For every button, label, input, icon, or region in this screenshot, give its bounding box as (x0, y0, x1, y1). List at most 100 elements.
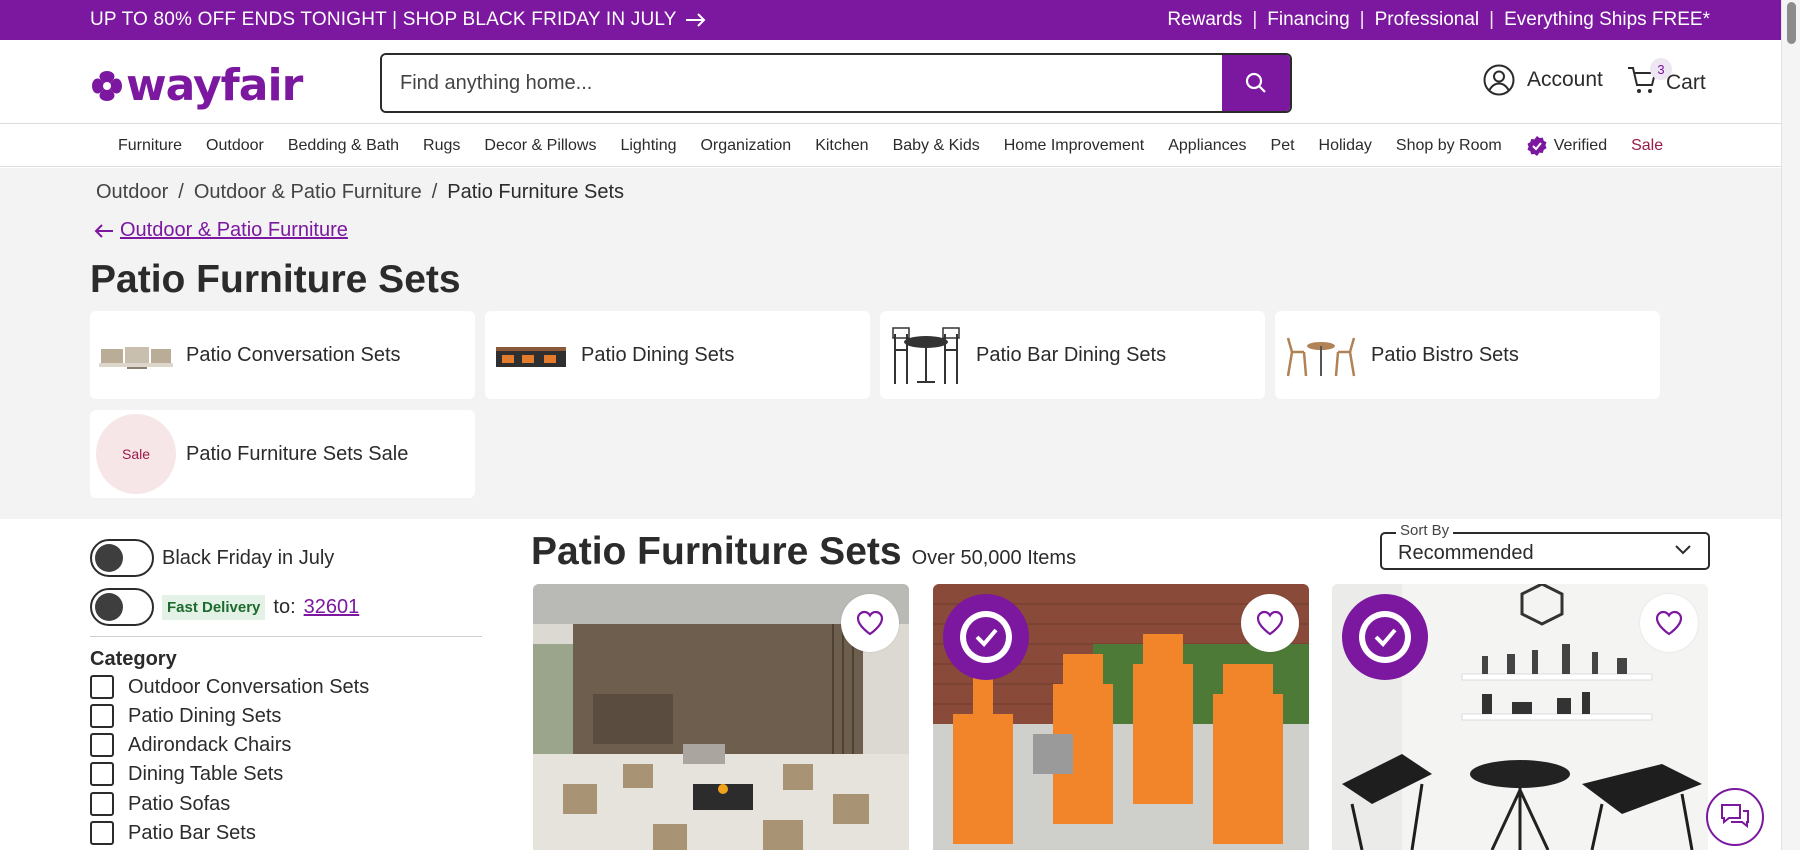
page-title: Patio Furniture Sets (90, 258, 461, 301)
checkbox[interactable] (90, 675, 114, 699)
category-tile-dining-sets[interactable]: Patio Dining Sets (485, 311, 870, 399)
category-tile-sale[interactable]: Sale Patio Furniture Sets Sale (90, 410, 475, 498)
category-filter-heading: Category (90, 648, 177, 670)
search-bar (380, 53, 1292, 113)
financing-link[interactable]: Financing (1267, 9, 1349, 31)
favorite-button[interactable] (1241, 594, 1299, 652)
verified-check-icon (960, 611, 1012, 663)
nav-item-baby-kids[interactable]: Baby & Kids (893, 137, 980, 155)
chevron-down-icon (1675, 545, 1691, 555)
chat-button[interactable] (1706, 788, 1764, 846)
favorite-button[interactable] (841, 594, 899, 652)
rewards-link[interactable]: Rewards (1167, 9, 1242, 31)
nav-item-appliances[interactable]: Appliances (1168, 137, 1246, 155)
search-button[interactable] (1222, 55, 1290, 111)
professional-link[interactable]: Professional (1375, 9, 1480, 31)
fast-delivery-toggle[interactable] (90, 588, 154, 626)
nav-item-pet[interactable]: Pet (1271, 137, 1295, 155)
checkbox[interactable] (90, 821, 114, 845)
nav-item-organization[interactable]: Organization (700, 137, 791, 155)
results-title: Patio Furniture Sets (531, 530, 902, 573)
product-card[interactable] (933, 584, 1309, 850)
nav-item-decor-pillows[interactable]: Decor & Pillows (484, 137, 596, 155)
nav-item-sale[interactable]: Sale (1631, 137, 1663, 155)
divider: | (1252, 9, 1258, 30)
black-friday-filter: Black Friday in July (90, 539, 334, 577)
wayfair-logo[interactable]: wayfair (90, 60, 303, 111)
favorite-button[interactable] (1640, 594, 1698, 652)
arrow-left-icon (94, 223, 113, 238)
category-tile-conversation-sets[interactable]: Patio Conversation Sets (90, 311, 475, 399)
nav-item-rugs[interactable]: Rugs (423, 137, 460, 155)
product-card[interactable] (533, 584, 909, 850)
nav-item-holiday[interactable]: Holiday (1319, 137, 1372, 155)
promo-text[interactable]: UP TO 80% OFF ENDS TONIGHT | SHOP BLACK … (90, 9, 677, 31)
divider: | (1359, 9, 1365, 30)
breadcrumb-outdoor[interactable]: Outdoor (96, 181, 168, 204)
checkbox[interactable] (90, 704, 114, 728)
filter-divider (90, 636, 482, 637)
results-header: Patio Furniture Sets Over 50,000 Items (531, 530, 1076, 574)
breadcrumb: Outdoor / Outdoor & Patio Furniture / Pa… (96, 181, 624, 204)
category-option[interactable]: Outdoor Conversation Sets (90, 675, 369, 699)
sort-dropdown[interactable]: Sort By Recommended (1380, 522, 1710, 570)
divider: | (1489, 9, 1495, 30)
category-tile-bar-dining-sets[interactable]: Patio Bar Dining Sets (880, 311, 1265, 399)
cart-count-badge: 3 (1650, 58, 1672, 80)
nav-item-bedding-bath[interactable]: Bedding & Bath (288, 137, 399, 155)
cart-button[interactable]: 3 Cart (1626, 58, 1706, 102)
back-link-label[interactable]: Outdoor & Patio Furniture (120, 219, 348, 242)
nav-verified-label: Verified (1553, 136, 1608, 154)
breadcrumb-separator: / (178, 181, 184, 203)
heart-icon (856, 610, 884, 636)
nav-item-verified[interactable]: Verified (1526, 135, 1607, 157)
checkbox[interactable] (90, 762, 114, 786)
breadcrumb-outdoor-patio-furniture[interactable]: Outdoor & Patio Furniture (194, 181, 422, 204)
cart-label: Cart (1666, 71, 1706, 94)
product-card[interactable] (1332, 584, 1708, 850)
to-label: to: (273, 595, 296, 618)
nav-item-kitchen[interactable]: Kitchen (815, 137, 868, 155)
heart-icon (1256, 610, 1284, 636)
black-friday-toggle[interactable] (90, 539, 154, 577)
scrollbar-thumb[interactable] (1787, 2, 1796, 44)
sort-value: Recommended (1398, 542, 1534, 564)
fast-delivery-badge: Fast Delivery (162, 594, 266, 620)
checkbox[interactable] (90, 792, 114, 816)
search-icon (1245, 72, 1266, 93)
nav-item-outdoor[interactable]: Outdoor (206, 137, 264, 155)
verified-badge-icon (1527, 135, 1547, 156)
fast-delivery-filter: Fast Delivery to: 32601 (90, 588, 359, 626)
back-link[interactable]: Outdoor & Patio Furniture (94, 219, 348, 242)
nav-item-lighting[interactable]: Lighting (620, 137, 676, 155)
breadcrumb-separator: / (431, 181, 438, 203)
category-option[interactable]: Dining Table Sets (90, 762, 283, 786)
search-input[interactable] (382, 55, 1222, 111)
category-option[interactable]: Patio Bar Sets (90, 821, 256, 845)
account-button[interactable]: Account (1483, 64, 1603, 96)
results-count: Over 50,000 Items (911, 547, 1077, 569)
wayfair-verified-badge (943, 594, 1029, 680)
dining-set-thumbnail (491, 315, 571, 395)
verified-check-icon (1359, 611, 1411, 663)
category-option[interactable]: Patio Sofas (90, 792, 230, 816)
zip-code-link[interactable]: 32601 (304, 596, 360, 619)
category-tile-label: Patio Dining Sets (581, 343, 735, 366)
heart-icon (1655, 610, 1683, 636)
bar-dining-set-thumbnail (886, 315, 966, 395)
category-option[interactable]: Adirondack Chairs (90, 733, 291, 757)
arrow-right-icon (685, 13, 706, 27)
nav-item-home-improvement[interactable]: Home Improvement (1004, 137, 1145, 155)
toggle-knob (95, 593, 123, 621)
promo-link[interactable]: UP TO 80% OFF ENDS TONIGHT | SHOP BLACK … (90, 9, 707, 31)
free-shipping-link[interactable]: Everything Ships FREE* (1504, 9, 1710, 31)
chat-bubbles-icon (1721, 804, 1749, 829)
nav-item-shop-by-room[interactable]: Shop by Room (1396, 137, 1502, 155)
category-option-label: Patio Dining Sets (128, 704, 282, 727)
nav-item-furniture[interactable]: Furniture (118, 137, 182, 155)
user-icon (1483, 64, 1515, 96)
page-scrollbar[interactable] (1781, 0, 1800, 850)
checkbox[interactable] (90, 733, 114, 757)
category-tile-bistro-sets[interactable]: Patio Bistro Sets (1275, 311, 1660, 399)
category-option[interactable]: Patio Dining Sets (90, 704, 281, 728)
